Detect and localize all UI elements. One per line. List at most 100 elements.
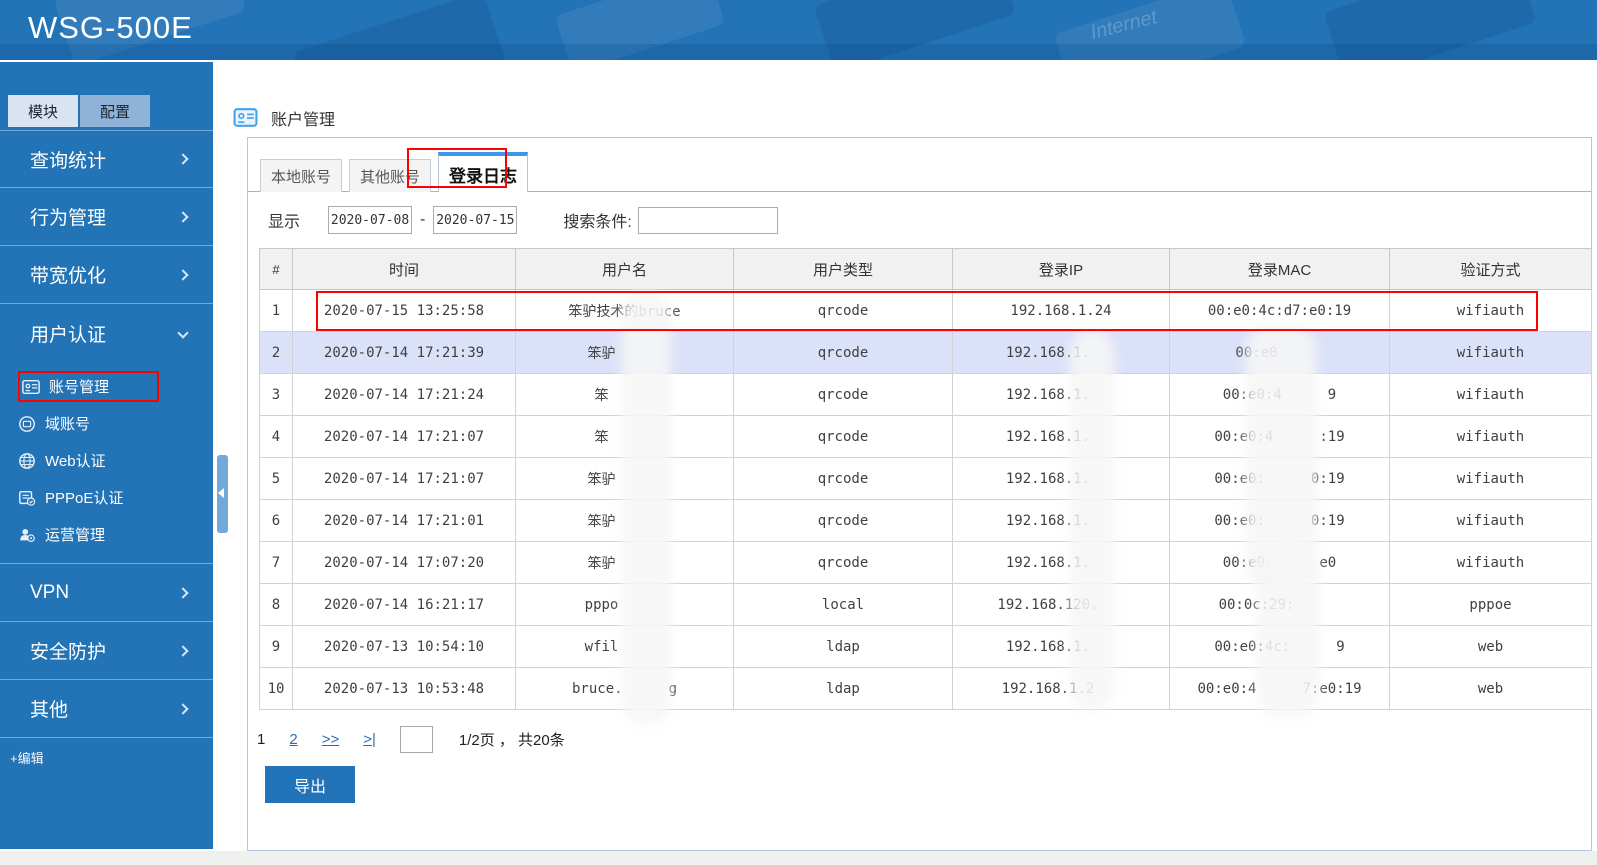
- page-current: 1: [257, 731, 266, 748]
- table-row[interactable]: 2 2020-07-14 17:21:39 笨驴 qrcode 192.168.…: [259, 331, 1592, 374]
- sidebar-collapse-handle[interactable]: [217, 455, 228, 533]
- chevron-right-icon: [177, 268, 189, 281]
- sidebar-edit-link[interactable]: +编辑: [10, 748, 44, 767]
- sidebar-item-security[interactable]: 安全防护: [0, 622, 213, 680]
- cell-username: 笨驴技术的bruce: [515, 289, 734, 332]
- cell-username: 笨驴: [515, 541, 734, 584]
- table-row[interactable]: 6 2020-07-14 17:21:01 笨驴 qrcode 192.168.…: [259, 499, 1592, 542]
- cell-index: 5: [259, 457, 293, 500]
- sidebar-item-bandwidth[interactable]: 带宽优化: [0, 246, 213, 304]
- cell-time: 2020-07-14 17:21:07: [292, 457, 516, 500]
- cell-username: 笨驴: [515, 331, 734, 374]
- cell-usertype: local: [733, 583, 953, 626]
- sidebar-item-label: 域账号: [45, 416, 91, 433]
- cell-index: 3: [259, 373, 293, 416]
- sidebar-item-label: 用户认证: [30, 324, 107, 346]
- show-label: 显示: [268, 214, 301, 231]
- table-header-row: # 时间 用户名 用户类型 登录IP 登录MAC 验证方式: [259, 248, 1592, 290]
- table-row[interactable]: 7 2020-07-14 17:07:20 笨驴 qrcode 192.168.…: [259, 541, 1592, 584]
- sidebar-item-label: VPN: [30, 581, 70, 603]
- cell-time: 2020-07-14 17:07:20: [292, 541, 516, 584]
- tab-login-log[interactable]: 登录日志: [438, 152, 529, 192]
- cell-index: 2: [259, 331, 293, 374]
- app-header: Internet WSG-500E: [0, 0, 1597, 60]
- cell-login-mac: 00:e0:4:19: [1169, 415, 1390, 458]
- annotation-box-account-mgmt: 账号管理: [18, 371, 160, 402]
- cell-username: 笨驴: [515, 457, 734, 500]
- cell-username: 笨: [515, 415, 734, 458]
- cell-time: 2020-07-14 17:21:01: [292, 499, 516, 542]
- table-row[interactable]: 3 2020-07-14 17:21:24 笨 qrcode 192.168.1…: [259, 373, 1592, 416]
- sidebar-item-pppoe-auth[interactable]: PPPoE认证: [0, 479, 213, 516]
- sidebar-item-domain-account[interactable]: 域账号: [0, 405, 213, 442]
- cell-login-mac: 00:e0:4c:d7:e0:19: [1169, 289, 1390, 332]
- export-button[interactable]: 导出: [265, 766, 355, 803]
- sidebar-item-other[interactable]: 其他: [0, 680, 213, 738]
- chevron-right-icon: [177, 644, 189, 657]
- operator-user-icon: [20, 528, 35, 542]
- date-to-input[interactable]: [433, 206, 518, 234]
- sidebar-submenu-user-auth: 账号管理 域账号 Web认证 PPPoE认证 运营管理: [0, 362, 213, 564]
- page-goto-input[interactable]: [399, 726, 433, 753]
- sidebar-item-account-mgmt[interactable]: 账号管理: [0, 368, 213, 405]
- table-row[interactable]: 4 2020-07-14 17:21:07 笨 qrcode 192.168.1…: [259, 415, 1592, 458]
- sidebar-item-label: 带宽优化: [30, 266, 107, 287]
- cell-auth-method: pppoe: [1389, 583, 1592, 626]
- tab-other-accounts[interactable]: 其他账号: [349, 159, 432, 192]
- col-header-login-ip: 登录IP: [952, 248, 1170, 290]
- sidebar-item-label: 安全防护: [30, 642, 107, 663]
- sidebar-tab-config[interactable]: 配置: [80, 95, 150, 127]
- cell-usertype: qrcode: [733, 331, 953, 374]
- table-row[interactable]: 1 2020-07-15 13:25:58 笨驴技术的bruce qrcode …: [259, 289, 1592, 332]
- sidebar-item-query-stats[interactable]: 查询统计: [0, 130, 213, 188]
- sidebar-item-operation-mgmt[interactable]: 运营管理: [0, 516, 213, 553]
- domain-globe-icon: [19, 415, 35, 432]
- cell-login-mac: 00:e0: e0: [1169, 541, 1390, 584]
- page-title: 账户管理: [271, 111, 336, 129]
- sidebar-item-web-auth[interactable]: Web认证: [0, 442, 213, 479]
- table-row[interactable]: 10 2020-07-13 10:53:48 bruce. g ldap 192.…: [259, 667, 1592, 710]
- chevron-right-icon: [177, 210, 189, 223]
- cell-auth-method: wifiauth: [1389, 373, 1592, 416]
- search-input[interactable]: [637, 206, 778, 234]
- cell-index: 8: [259, 583, 293, 626]
- cell-index: 1: [259, 289, 293, 332]
- sidebar-menu: 查询统计 行为管理 带宽优化 用户认证 账号管理 域账号 Web认证 PPPoE…: [0, 130, 213, 738]
- cell-auth-method: wifiauth: [1389, 415, 1592, 458]
- page-link-2[interactable]: 2: [289, 731, 297, 748]
- cell-index: 10: [259, 667, 293, 710]
- col-header-usertype: 用户类型: [733, 248, 953, 290]
- cell-login-ip: 192.168.1.: [952, 541, 1170, 584]
- breadcrumb: 账户管理: [233, 105, 335, 130]
- sidebar-mode-tabs: 模块 配置: [8, 95, 150, 127]
- table-row[interactable]: 9 2020-07-13 10:54:10 wfil ldap 192.168.…: [259, 625, 1592, 668]
- sidebar-tab-module[interactable]: 模块: [8, 95, 78, 127]
- date-from-input[interactable]: [328, 206, 413, 234]
- cell-login-mac: 00:0c:29:: [1169, 583, 1390, 626]
- cell-login-mac: 00:e0: [1169, 331, 1390, 374]
- sidebar-item-user-auth[interactable]: 用户认证: [0, 304, 213, 362]
- cell-usertype: ldap: [733, 667, 953, 710]
- cell-usertype: qrcode: [733, 415, 953, 458]
- cell-login-mac: 00:e0: 0:19: [1169, 457, 1390, 500]
- table-row[interactable]: 8 2020-07-14 16:21:17 pppo local 192.168…: [259, 583, 1592, 626]
- cell-time: 2020-07-13 10:54:10: [292, 625, 516, 668]
- pppoe-doc-icon: [19, 490, 36, 506]
- page-next-link[interactable]: >>: [322, 731, 340, 748]
- col-header-auth-method: 验证方式: [1389, 248, 1592, 290]
- sidebar-item-behavior-mgmt[interactable]: 行为管理: [0, 188, 213, 246]
- table-row[interactable]: 5 2020-07-14 17:21:07 笨驴 qrcode 192.168.…: [259, 457, 1592, 500]
- sidebar-item-vpn[interactable]: VPN: [0, 564, 213, 622]
- cell-login-ip: 192.168.1.: [952, 415, 1170, 458]
- col-header-username: 用户名: [515, 248, 734, 290]
- content-tabbar: 本地账号 其他账号 登录日志: [260, 148, 535, 192]
- sidebar-item-label: 账号管理: [49, 379, 110, 396]
- cell-login-ip: 192.168.1.: [952, 457, 1170, 500]
- page-last-link[interactable]: >|: [363, 731, 376, 748]
- cell-time: 2020-07-15 13:25:58: [292, 289, 516, 332]
- cell-time: 2020-07-14 17:21:39: [292, 331, 516, 374]
- cell-index: 6: [259, 499, 293, 542]
- tab-local-accounts[interactable]: 本地账号: [260, 159, 343, 192]
- chevron-right-icon: [177, 702, 189, 715]
- cell-index: 4: [259, 415, 293, 458]
